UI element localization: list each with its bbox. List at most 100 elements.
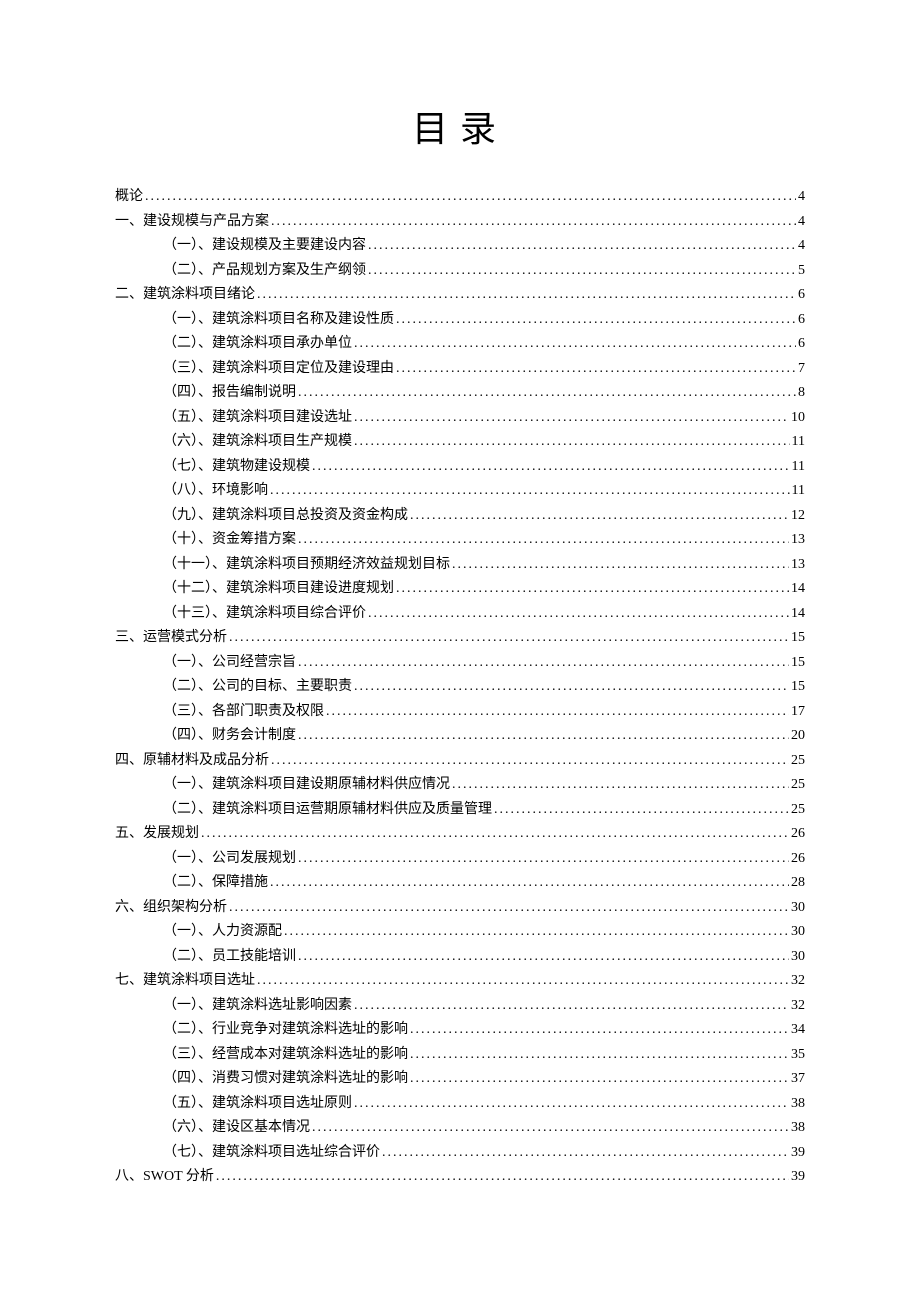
toc-entry: （七）、建筑物建设规模11 [115, 460, 805, 474]
toc-entry-page: 28 [791, 876, 805, 890]
toc-entry: （二）、行业竞争对建筑涂料选址的影响34 [115, 1023, 805, 1037]
toc-entry: （二）、保障措施28 [115, 876, 805, 890]
toc-dots [326, 705, 789, 719]
toc-entry: （二）、建筑涂料项目运营期原辅材料供应及质量管理 25 [115, 803, 805, 817]
toc-entry-page: 6 [798, 288, 805, 302]
toc-dots [410, 1072, 789, 1086]
toc-entry-label: 七、建筑涂料项目选址 [115, 974, 255, 988]
toc-entry-page: 39 [791, 1146, 805, 1160]
toc-entry-label: （二）、建筑涂料项目运营期原辅材料供应及质量管理 [163, 803, 492, 817]
toc-entry-label: （七）、建筑物建设规模 [163, 460, 310, 474]
toc-entry-label: （一）、建设规模及主要建设内容 [163, 239, 366, 253]
toc-entry-label: （一）、建筑涂料项目名称及建设性质 [163, 313, 394, 327]
toc-entry-label: （十）、资金筹措方案 [163, 533, 296, 547]
toc-entry: 六、组织架构分析 30 [115, 901, 805, 915]
toc-dots [410, 1048, 789, 1062]
toc-entry-label: （三）、经营成本对建筑涂料选址的影响 [163, 1048, 408, 1062]
toc-entry: （一）、建设规模及主要建设内容4 [115, 239, 805, 253]
toc-entry-page: 32 [791, 999, 805, 1013]
toc-entry: 四、原辅材料及成品分析 25 [115, 754, 805, 768]
toc-dots [368, 264, 796, 278]
toc-entry-label: （四）、消费习惯对建筑涂料选址的影响 [163, 1072, 408, 1086]
toc-entry-page: 30 [791, 950, 805, 964]
toc-dots [312, 460, 790, 474]
toc-entry-page: 32 [791, 974, 805, 988]
toc-entry-page: 35 [791, 1048, 805, 1062]
toc-dots [298, 656, 789, 670]
toc-dots [229, 901, 789, 915]
toc-entry: 三、运营模式分析15 [115, 631, 805, 645]
toc-dots [368, 239, 796, 253]
toc-entry-page: 20 [791, 729, 805, 743]
toc-entry-label: （一）、公司经营宗旨 [163, 656, 296, 670]
toc-dots [298, 533, 789, 547]
toc-dots [257, 974, 789, 988]
toc-entry-page: 4 [798, 215, 805, 229]
toc-entry-page: 26 [791, 827, 805, 841]
toc-entry-page: 26 [791, 852, 805, 866]
toc-dots [145, 190, 796, 204]
toc-entry: （七）、建筑涂料项目选址综合评价39 [115, 1146, 805, 1160]
toc-dots [354, 1097, 789, 1111]
toc-entry-label: 一、建设规模与产品方案 [115, 215, 269, 229]
toc-dots [271, 215, 796, 229]
toc-entry-page: 25 [791, 803, 805, 817]
toc-entry: （五）、建筑涂料项目建设选址10 [115, 411, 805, 425]
toc-dots [396, 582, 789, 596]
toc-entry: （二）、产品规划方案及生产纲领 5 [115, 264, 805, 278]
toc-entry-page: 15 [791, 656, 805, 670]
toc-entry-page: 12 [791, 509, 805, 523]
toc-entry: （六）、建筑涂料项目生产规模11 [115, 435, 805, 449]
toc-entry: （二）、公司的目标、主要职责15 [115, 680, 805, 694]
toc-entry: （八）、环境影响11 [115, 484, 805, 498]
toc-entry-label: （一）、建筑涂料选址影响因素 [163, 999, 352, 1013]
toc-entry: 一、建设规模与产品方案 4 [115, 215, 805, 229]
toc-dots [368, 607, 789, 621]
toc-entry-page: 13 [791, 558, 805, 572]
toc-entry-page: 5 [798, 264, 805, 278]
toc-dots [410, 1023, 789, 1037]
toc-dots [298, 950, 789, 964]
toc-entry: （四）、消费习惯对建筑涂料选址的影响37 [115, 1072, 805, 1086]
toc-dots [354, 337, 796, 351]
toc-entry-label: （十三）、建筑涂料项目综合评价 [163, 607, 366, 621]
toc-entry-page: 39 [791, 1170, 805, 1184]
toc-entry: 五、发展规划26 [115, 827, 805, 841]
toc-entry-label: （四）、报告编制说明 [163, 386, 296, 400]
toc-entry-label: （二）、公司的目标、主要职责 [163, 680, 352, 694]
toc-dots [312, 1121, 789, 1135]
toc-dots [271, 754, 789, 768]
toc-entry-label: （五）、建筑涂料项目建设选址 [163, 411, 352, 425]
toc-entry-page: 34 [791, 1023, 805, 1037]
toc-entry-page: 38 [791, 1097, 805, 1111]
toc-entry-label: 六、组织架构分析 [115, 901, 227, 915]
toc-entry-page: 7 [798, 362, 805, 376]
toc-dots [270, 484, 790, 498]
toc-entry-label: （一）、公司发展规划 [163, 852, 296, 866]
toc-dots [270, 876, 789, 890]
toc-entry-page: 25 [791, 754, 805, 768]
toc-entry: （四）、财务会计制度 20 [115, 729, 805, 743]
toc-entry-label: （六）、建筑涂料项目生产规模 [163, 435, 352, 449]
toc-entry-label: 三、运营模式分析 [115, 631, 227, 645]
toc-entry-page: 30 [791, 901, 805, 915]
toc-entry-page: 30 [791, 925, 805, 939]
toc-entry-label: （二）、产品规划方案及生产纲领 [163, 264, 366, 278]
toc-entry: （十三）、建筑涂料项目综合评价 14 [115, 607, 805, 621]
toc-entry: （三）、各部门职责及权限17 [115, 705, 805, 719]
toc-entry-page: 14 [791, 607, 805, 621]
toc-entry: （一）、建筑涂料选址影响因素 32 [115, 999, 805, 1013]
toc-entry-label: （三）、各部门职责及权限 [163, 705, 324, 719]
toc-entry-label: （四）、财务会计制度 [163, 729, 296, 743]
toc-entry: （十）、资金筹措方案13 [115, 533, 805, 547]
toc-entry-label: 四、原辅材料及成品分析 [115, 754, 269, 768]
toc-entry: （三）、经营成本对建筑涂料选址的影响 35 [115, 1048, 805, 1062]
toc-entry-label: （一）、建筑涂料项目建设期原辅材料供应情况 [163, 778, 450, 792]
toc-entry-label: 八、SWOT 分析 [115, 1170, 214, 1184]
toc-entry-label: （三）、建筑涂料项目定位及建设理由 [163, 362, 394, 376]
toc-dots [396, 362, 796, 376]
toc-entry: 二、建筑涂料项目绪论6 [115, 288, 805, 302]
toc-entry: （二）、员工技能培训30 [115, 950, 805, 964]
toc-entry: 概论4 [115, 190, 805, 204]
toc-entry-page: 6 [798, 313, 805, 327]
